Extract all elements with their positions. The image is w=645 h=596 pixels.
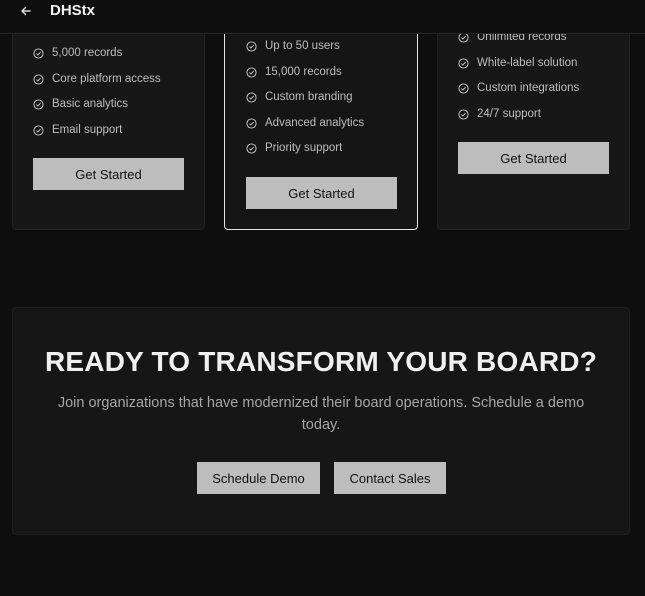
check-circle-icon xyxy=(458,82,469,94)
feature-label: Priority support xyxy=(265,142,343,154)
check-circle-icon xyxy=(246,142,257,154)
get-started-button[interactable]: Get Started xyxy=(33,158,184,190)
feature-item: Custom integrations xyxy=(458,82,579,94)
feature-label: Core platform access xyxy=(52,73,161,85)
contact-sales-button[interactable]: Contact Sales xyxy=(334,462,446,494)
feature-item: Email support xyxy=(33,124,122,136)
get-started-button[interactable]: Get Started xyxy=(458,142,609,174)
feature-label: Up to 50 users xyxy=(265,40,340,52)
feature-item: Basic analytics xyxy=(33,98,128,110)
feature-label: Custom integrations xyxy=(477,82,580,94)
cta-title: READY TO TRANSFORM YOUR BOARD? xyxy=(44,346,598,377)
feature-item: 5,000 records xyxy=(33,47,122,59)
plan-card-featured: Up to 50 users 15,000 records Custom bra… xyxy=(224,0,418,230)
schedule-demo-button[interactable]: Schedule Demo xyxy=(197,462,320,494)
check-circle-icon xyxy=(33,98,44,110)
feature-label: Advanced analytics xyxy=(265,117,365,129)
brand-title: DHStx xyxy=(50,2,96,19)
check-circle-icon xyxy=(458,108,469,120)
feature-label: Basic analytics xyxy=(52,98,129,110)
feature-item: Priority support xyxy=(246,142,342,154)
feature-item: White-label solution xyxy=(458,57,577,69)
feature-label: 15,000 records xyxy=(265,66,342,78)
check-circle-icon xyxy=(33,73,44,85)
cta-section: READY TO TRANSFORM YOUR BOARD? Join orga… xyxy=(12,307,630,535)
feature-item: Custom branding xyxy=(246,91,353,103)
arrow-left-icon[interactable] xyxy=(18,3,34,19)
check-circle-icon xyxy=(246,91,257,103)
top-bar: DHStx xyxy=(0,0,645,34)
feature-label: White-label solution xyxy=(477,57,578,69)
check-circle-icon xyxy=(458,57,469,69)
feature-item: Core platform access xyxy=(33,73,161,85)
plan-card-basic: 5,000 records Core platform access Basic… xyxy=(12,0,205,230)
feature-label: 5,000 records xyxy=(52,47,123,59)
check-circle-icon xyxy=(33,124,44,136)
feature-label: Email support xyxy=(52,124,123,136)
feature-item: 15,000 records xyxy=(246,66,342,78)
feature-item: Up to 50 users xyxy=(246,40,340,52)
check-circle-icon xyxy=(246,117,257,129)
feature-label: Custom branding xyxy=(265,91,353,103)
check-circle-icon xyxy=(246,66,257,78)
feature-item: 24/7 support xyxy=(458,108,541,120)
feature-item: Advanced analytics xyxy=(246,117,364,129)
cta-subtitle: Join organizations that have modernized … xyxy=(57,395,585,433)
feature-label: 24/7 support xyxy=(477,108,541,120)
check-circle-icon xyxy=(33,47,44,59)
check-circle-icon xyxy=(246,40,257,52)
get-started-button[interactable]: Get Started xyxy=(246,177,397,209)
plan-card-enterprise: Unlimited records White-label solution C… xyxy=(437,0,630,230)
